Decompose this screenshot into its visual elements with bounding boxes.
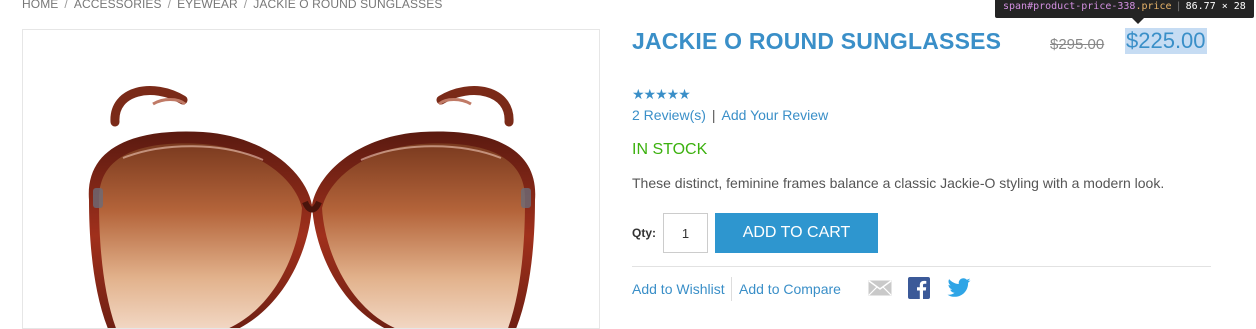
twitter-icon[interactable]	[947, 278, 971, 303]
reviews-link[interactable]: 2 Review(s)	[632, 107, 706, 123]
product-price: $225.00	[1125, 28, 1207, 54]
devtools-inspect-tooltip: span#product-price-338.price | 86.77 × 28	[995, 0, 1254, 18]
tooltip-divider: |	[1175, 1, 1182, 12]
sunglasses-image	[88, 86, 536, 328]
breadcrumb-accessories[interactable]: ACCESSORIES	[74, 0, 162, 11]
divider	[632, 266, 1211, 267]
breadcrumb-separator: /	[167, 0, 172, 11]
breadcrumb: HOME / ACCESSORIES / EYEWEAR / JACKIE O ROUND …	[22, 0, 442, 11]
add-review-link[interactable]: Add Your Review	[722, 107, 829, 123]
qty-input[interactable]	[663, 213, 708, 253]
add-to-wishlist-link[interactable]: Add to Wishlist	[632, 281, 725, 297]
old-price: $295.00	[1050, 36, 1105, 53]
tooltip-size: 86.77 × 28	[1185, 1, 1246, 12]
breadcrumb-eyewear[interactable]: EYEWEAR	[177, 0, 238, 11]
breadcrumb-current: JACKIE O ROUND SUNGLASSES	[253, 0, 443, 11]
facebook-icon[interactable]	[908, 277, 930, 304]
link-divider	[731, 277, 732, 301]
product-title: JACKIE O ROUND SUNGLASSES	[632, 28, 1002, 54]
rating-stars: ★★★★★	[632, 86, 691, 102]
product-image[interactable]	[22, 29, 600, 329]
breadcrumb-separator: /	[243, 0, 248, 11]
add-to-cart-button[interactable]: ADD TO CART	[715, 213, 878, 253]
stock-status: IN STOCK	[632, 141, 708, 158]
tooltip-arrow	[1132, 18, 1144, 24]
qty-label: Qty:	[632, 226, 656, 240]
breadcrumb-home[interactable]: HOME	[22, 0, 58, 11]
tooltip-selector: span#product-price-338	[1003, 1, 1136, 12]
tooltip-class: .price	[1135, 1, 1172, 12]
envelope-icon[interactable]	[868, 280, 892, 301]
review-separator: |	[711, 107, 716, 123]
review-links: 2 Review(s) | Add Your Review	[632, 107, 828, 123]
add-to-compare-link[interactable]: Add to Compare	[739, 281, 841, 297]
breadcrumb-separator: /	[64, 0, 68, 11]
product-description: These distinct, feminine frames balance …	[632, 175, 1165, 191]
